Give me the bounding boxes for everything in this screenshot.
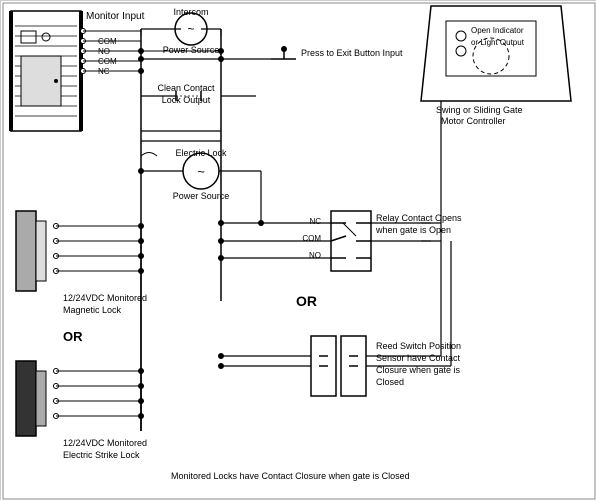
svg-text:Press to Exit Button Input: Press to Exit Button Input: [301, 48, 403, 58]
svg-text:~: ~: [187, 22, 194, 36]
svg-text:Power Source: Power Source: [163, 45, 220, 55]
svg-text:Electric Strike Lock: Electric Strike Lock: [63, 450, 140, 460]
svg-text:Clean Contact: Clean Contact: [157, 83, 215, 93]
svg-text:Relay Contact Opens: Relay Contact Opens: [376, 213, 462, 223]
svg-text:COM: COM: [302, 234, 321, 243]
svg-text:Intercom: Intercom: [173, 7, 208, 17]
svg-text:OR: OR: [296, 293, 317, 309]
svg-text:~: ~: [197, 164, 205, 179]
svg-text:12/24VDC Monitored: 12/24VDC Monitored: [63, 438, 147, 448]
svg-text:NO: NO: [309, 251, 321, 260]
svg-text:when gate is Open: when gate is Open: [375, 225, 451, 235]
wiring-diagram: Monitor Input COM NO COM NC ~ Intercom P…: [0, 0, 596, 500]
svg-text:Open Indicator: Open Indicator: [471, 26, 524, 35]
svg-text:12/24VDC Monitored: 12/24VDC Monitored: [63, 293, 147, 303]
svg-text:Magnetic Lock: Magnetic Lock: [63, 305, 122, 315]
svg-text:Motor Controller: Motor Controller: [441, 116, 506, 126]
svg-text:OR: OR: [63, 329, 83, 344]
svg-text:Monitored Locks have Contact C: Monitored Locks have Contact Closure whe…: [171, 471, 410, 481]
svg-text:Power Source: Power Source: [173, 191, 230, 201]
svg-text:Reed Switch Position: Reed Switch Position: [376, 341, 461, 351]
svg-text:Closed: Closed: [376, 377, 404, 387]
svg-text:Monitor Input: Monitor Input: [86, 11, 145, 22]
svg-text:NC: NC: [309, 217, 321, 226]
svg-text:or Light Output: or Light Output: [471, 38, 525, 47]
svg-text:Electric Lock: Electric Lock: [175, 148, 227, 158]
svg-text:Swing or Sliding Gate: Swing or Sliding Gate: [436, 105, 523, 115]
svg-text:Sensor have Contact: Sensor have Contact: [376, 353, 461, 363]
